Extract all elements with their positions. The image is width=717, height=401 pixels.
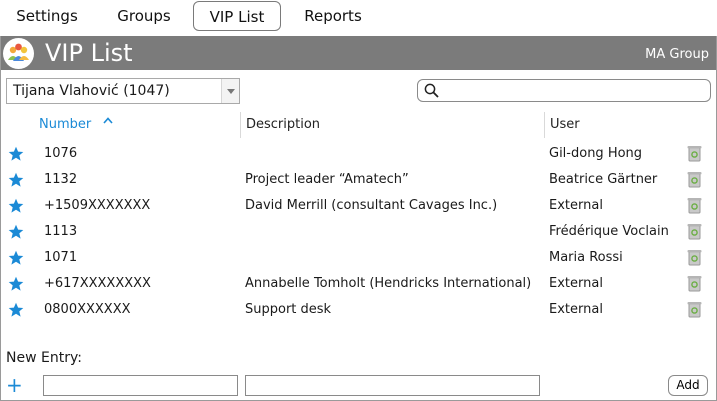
- cell-number: +1509XXXXXXX: [44, 198, 151, 213]
- chevron-down-icon[interactable]: [221, 79, 239, 103]
- cell-user: Beatrice Gärtner: [549, 172, 658, 187]
- table-row[interactable]: 1113 Frédérique Voclain: [0, 219, 717, 245]
- page-title: VIP List: [45, 39, 133, 67]
- column-divider: [240, 112, 241, 138]
- column-header-user[interactable]: User: [550, 111, 580, 139]
- trash-icon[interactable]: [687, 223, 702, 240]
- star-icon[interactable]: [8, 250, 24, 266]
- star-icon[interactable]: [8, 276, 24, 292]
- add-button[interactable]: Add: [668, 375, 708, 396]
- star-icon[interactable]: [8, 172, 24, 188]
- cell-number: 1113: [44, 224, 78, 239]
- table-row[interactable]: 1076 Gil-dong Hong: [0, 141, 717, 167]
- cell-user: External: [549, 302, 603, 317]
- star-icon[interactable]: [8, 302, 24, 318]
- search-input[interactable]: [442, 82, 706, 99]
- cell-description: Support desk: [245, 302, 332, 317]
- cell-number: +617XXXXXXXX: [44, 276, 151, 291]
- cell-description: Project leader “Amatech”: [245, 172, 409, 187]
- new-description-input[interactable]: [245, 375, 540, 396]
- cell-number: 1076: [44, 146, 78, 161]
- search-icon: [424, 83, 439, 98]
- cell-number: 0800XXXXXX: [44, 302, 131, 317]
- trash-icon[interactable]: [687, 171, 702, 188]
- cell-user: Maria Rossi: [549, 250, 623, 265]
- cell-description: David Merrill (consultant Cavages Inc.): [245, 198, 498, 213]
- search-box[interactable]: [417, 79, 711, 102]
- column-header-number[interactable]: Number: [39, 111, 91, 139]
- page-header: VIP List MA Group: [0, 36, 717, 70]
- table-row[interactable]: +1509XXXXXXX David Merrill (consultant C…: [0, 193, 717, 219]
- org-name: MA Group: [645, 47, 709, 62]
- table-row[interactable]: +617XXXXXXXX Annabelle Tomholt (Hendrick…: [0, 271, 717, 297]
- tab-vip-list[interactable]: VIP List: [193, 1, 281, 31]
- cell-number: 1071: [44, 250, 78, 265]
- tab-groups[interactable]: Groups: [102, 1, 186, 31]
- trash-icon[interactable]: [687, 197, 702, 214]
- cell-user: External: [549, 198, 603, 213]
- star-icon[interactable]: [8, 224, 24, 240]
- column-header-description[interactable]: Description: [246, 111, 320, 139]
- new-entry-label: New Entry:: [6, 350, 82, 366]
- tab-settings[interactable]: Settings: [6, 1, 88, 31]
- cell-user: External: [549, 276, 603, 291]
- trash-icon[interactable]: [687, 275, 702, 292]
- cell-user: Frédérique Voclain: [549, 224, 669, 239]
- table-row[interactable]: 1132 Project leader “Amatech” Beatrice G…: [0, 167, 717, 193]
- sort-ascending-icon[interactable]: [103, 117, 113, 124]
- star-icon[interactable]: [8, 198, 24, 214]
- tab-reports[interactable]: Reports: [294, 1, 372, 31]
- trash-icon[interactable]: [687, 249, 702, 266]
- group-logo-icon: [3, 38, 34, 69]
- trash-icon[interactable]: [687, 301, 702, 318]
- table-row[interactable]: 0800XXXXXX Support desk External: [0, 297, 717, 323]
- new-number-input[interactable]: [43, 375, 238, 396]
- column-divider: [544, 112, 545, 138]
- cell-user: Gil-dong Hong: [549, 146, 643, 161]
- plus-icon[interactable]: +: [6, 375, 23, 395]
- cell-description: Annabelle Tomholt (Hendricks Internation…: [245, 276, 532, 291]
- tab-bar: Settings Groups VIP List Reports: [0, 0, 717, 36]
- cell-number: 1132: [44, 172, 78, 187]
- trash-icon[interactable]: [687, 145, 702, 162]
- table-row[interactable]: 1071 Maria Rossi: [0, 245, 717, 271]
- star-icon[interactable]: [8, 146, 24, 162]
- user-select-value: Tijana Vlahović (1047): [13, 83, 170, 99]
- user-select[interactable]: Tijana Vlahović (1047): [6, 78, 240, 104]
